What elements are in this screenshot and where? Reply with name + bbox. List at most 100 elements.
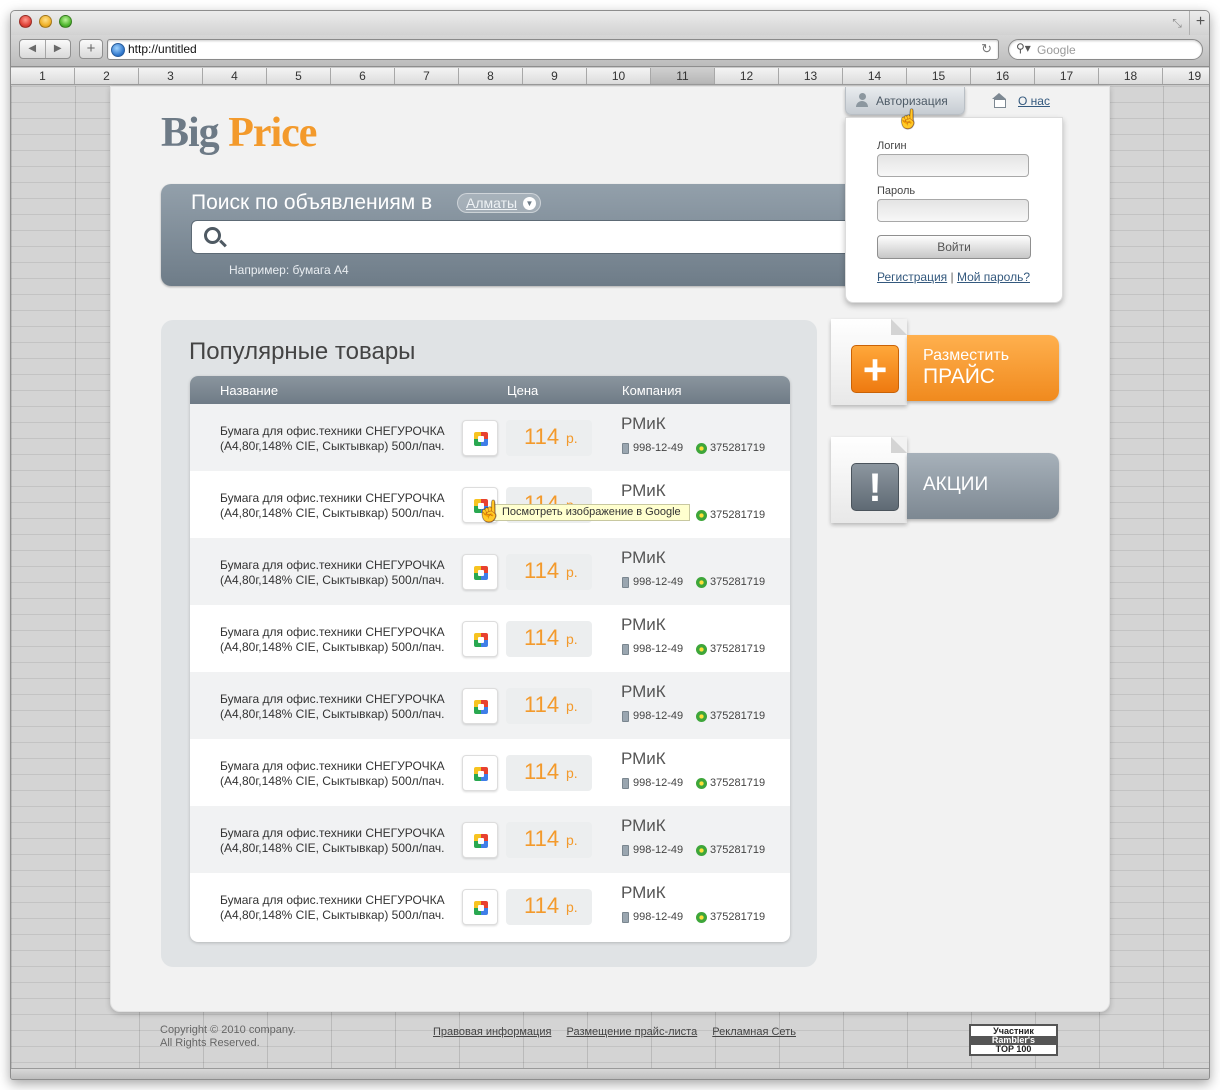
login-panel: Логин Пароль Войти Регистрация | Мой пар… [845, 117, 1063, 303]
actions-promo[interactable]: АКЦИИ ! [831, 437, 1061, 523]
address-bar[interactable]: http://untitled ↻ [107, 39, 999, 60]
forgot-password-link[interactable]: Мой пароль? [957, 270, 1030, 284]
price-box: 114 р. [506, 822, 592, 858]
city-label: Алматы [466, 195, 518, 211]
company-icq: 375281719 [710, 844, 766, 856]
company-icq: 375281719 [710, 442, 766, 454]
product-name[interactable]: Бумага для офис.техники СНЕГУРОЧКА (А4,80… [220, 759, 460, 789]
rambler-line3: TOP 100 [995, 1044, 1032, 1054]
company-phone: 998-12-49 [633, 442, 684, 454]
company-name[interactable]: РМиК [621, 615, 666, 635]
company-phone: 998-12-49 [633, 643, 684, 655]
icq-icon [696, 912, 707, 923]
site-logo[interactable]: Big Price [161, 109, 317, 157]
company-name[interactable]: РМиК [621, 749, 666, 769]
price-value: 114 [524, 893, 560, 918]
google-image-icon [474, 901, 488, 915]
copyright-line1: Copyright © 2010 company. [160, 1024, 296, 1036]
google-image-button[interactable] [462, 889, 498, 925]
google-image-button[interactable] [462, 688, 498, 724]
product-name[interactable]: Бумага для офис.техники СНЕГУРОЧКА (А4,80… [220, 625, 460, 655]
rambler-counter[interactable]: Участник Rambler's TOP 100 [969, 1024, 1058, 1056]
minimize-window-button[interactable] [39, 15, 52, 28]
link-separator: | [950, 270, 954, 284]
title-bar: ⤡ + [11, 11, 1209, 35]
search-input[interactable] [191, 220, 861, 254]
city-selector[interactable]: Алматы ▼ [457, 193, 541, 213]
back-button[interactable]: ◀ [20, 40, 46, 58]
browser-toolbar: ◀ ▶ + http://untitled ↻ ⚲▾ Google [11, 35, 1209, 67]
google-image-button[interactable] [462, 621, 498, 657]
login-button[interactable]: Войти [877, 235, 1031, 259]
add-bookmark-button[interactable]: + [79, 39, 103, 59]
forward-button[interactable]: ▶ [46, 40, 71, 58]
google-image-button[interactable] [462, 822, 498, 858]
password-label: Пароль [877, 185, 916, 197]
company-phone: 998-12-49 [633, 576, 684, 588]
table-row[interactable]: Бумага для офис.техники СНЕГУРОЧКА (А4,80… [190, 672, 790, 739]
price-unit: р. [566, 765, 578, 781]
footer-link-pricelist[interactable]: Размещение прайс-листа [566, 1026, 697, 1038]
close-window-button[interactable] [19, 15, 32, 28]
google-image-icon [474, 633, 488, 647]
product-name[interactable]: Бумага для офис.техники СНЕГУРОЧКА (А4,80… [220, 826, 460, 856]
google-image-button[interactable] [462, 554, 498, 590]
resize-icon[interactable]: ⤡ [1169, 15, 1185, 31]
ruler-cell: 7 [395, 68, 459, 84]
post-price-promo[interactable]: Разместить ПРАЙС + [831, 319, 1061, 405]
product-name[interactable]: Бумага для офис.техники СНЕГУРОЧКА (А4,80… [220, 558, 460, 588]
search-panel: Поиск по объявлениям в Алматы ▼ Например… [161, 184, 861, 286]
company-name[interactable]: РМиК [621, 548, 666, 568]
reload-icon[interactable]: ↻ [981, 41, 992, 57]
ruler-cell: 13 [779, 68, 843, 84]
product-name[interactable]: Бумага для офис.техники СНЕГУРОЧКА (А4,80… [220, 424, 460, 454]
table-row[interactable]: Бумага для офис.техники СНЕГУРОЧКА (А4,80… [190, 806, 790, 873]
table-row[interactable]: Бумага для офис.техники СНЕГУРОЧКА (А4,80… [190, 538, 790, 605]
product-name-line1: Бумага для офис.техники СНЕГУРОЧКА [220, 692, 445, 706]
home-icon [991, 93, 1007, 108]
icq-icon [696, 845, 707, 856]
product-name[interactable]: Бумага для офис.техники СНЕГУРОЧКА (А4,80… [220, 692, 460, 722]
google-image-button[interactable] [462, 755, 498, 791]
company-name[interactable]: РМиК [621, 883, 666, 903]
company-name[interactable]: РМиК [621, 682, 666, 702]
table-row[interactable]: Бумага для офис.техники СНЕГУРОЧКА (А4,80… [190, 404, 790, 471]
price-value: 114 [524, 625, 560, 650]
copyright-line2: All Rights Reserved. [160, 1037, 260, 1049]
company-name[interactable]: РМиК [621, 414, 666, 434]
products-table: Название Цена Компания Бумага для офис.т… [190, 376, 790, 942]
phone-icon [622, 912, 629, 923]
search-icon: ⚲▾ [1016, 41, 1031, 55]
table-row[interactable]: Бумага для офис.техники СНЕГУРОЧКА (А4,80… [190, 605, 790, 672]
password-field[interactable] [877, 199, 1029, 222]
table-row[interactable]: Бумага для офис.техники СНЕГУРОЧКА (А4,80… [190, 873, 790, 940]
search-placeholder: Google [1037, 43, 1076, 57]
company-icq: 375281719 [710, 509, 766, 521]
product-name-line1: Бумага для офис.техники СНЕГУРОЧКА [220, 759, 445, 773]
icq-icon [696, 778, 707, 789]
price-unit: р. [566, 564, 578, 580]
footer-link-legal[interactable]: Правовая информация [433, 1026, 551, 1038]
promo-banner: АКЦИИ [907, 453, 1059, 519]
table-row[interactable]: Бумага для офис.техники СНЕГУРОЧКА (А4,80… [190, 739, 790, 806]
product-name-line2: (А4,80г,148% CIE, Сыктывкар) 500л/пач. [220, 506, 445, 520]
promo-price-line2: ПРАЙС [923, 365, 995, 388]
login-field[interactable] [877, 154, 1029, 177]
ruler-cell: 3 [139, 68, 203, 84]
footer-link-adnetwork[interactable]: Рекламная Сеть [712, 1026, 796, 1038]
company-name[interactable]: РМиК [621, 816, 666, 836]
product-name[interactable]: Бумага для офис.техники СНЕГУРОЧКА (А4,80… [220, 893, 460, 923]
register-link[interactable]: Регистрация [877, 270, 947, 284]
product-name[interactable]: Бумага для офис.техники СНЕГУРОЧКА (А4,80… [220, 491, 460, 521]
company-name[interactable]: РМиК [621, 481, 666, 501]
company-phone: 998-12-49 [633, 777, 684, 789]
browser-search-field[interactable]: ⚲▾ Google [1008, 39, 1203, 60]
login-links: Регистрация | Мой пароль? [877, 270, 1030, 284]
ruler-cell: 12 [715, 68, 779, 84]
zoom-window-button[interactable] [59, 15, 72, 28]
new-tab-button[interactable]: + [1189, 11, 1209, 35]
price-unit: р. [566, 698, 578, 714]
google-image-button[interactable] [462, 420, 498, 456]
icq-icon [696, 577, 707, 588]
logo-word-price: Price [228, 110, 317, 156]
